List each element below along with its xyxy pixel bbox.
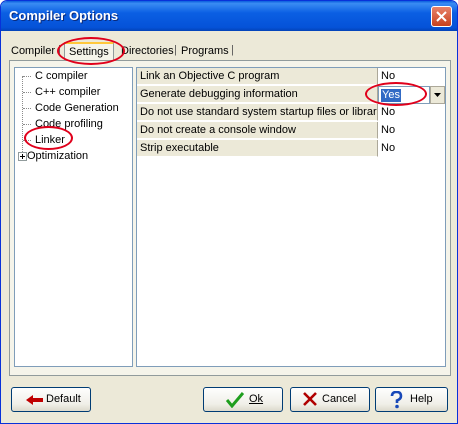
compiler-options-window: Compiler Options Compiler | Settings Dir… [0,0,458,424]
ok-button-label: Ok [249,393,264,405]
setting-name: Do not use standard system startup files… [137,104,378,121]
expand-icon[interactable] [18,152,27,161]
window-title: Compiler Options [9,8,119,23]
tab-separator: | [58,44,61,56]
category-tree[interactable]: C compiler C++ compiler Code Generation … [14,67,133,367]
close-button[interactable] [431,6,452,27]
tree-item-label: Code Generation [35,102,119,114]
cancel-button[interactable]: Cancel [290,387,370,412]
tree-item-code-profiling[interactable]: Code profiling [23,116,103,132]
chevron-down-icon [434,93,441,97]
grid-row[interactable]: Do not create a console window No [137,122,445,140]
setting-name: Generate debugging information [137,86,378,103]
settings-grid: Link an Objective C program No Generate … [136,67,446,367]
default-button-label: Default [46,393,81,405]
tree-item-c-compiler[interactable]: C compiler [23,68,88,84]
tab-directories[interactable]: Directories [121,44,174,59]
title-bar[interactable]: Compiler Options [1,1,457,31]
ok-button[interactable]: Ok [203,387,283,412]
checkmark-icon [226,392,244,408]
default-button[interactable]: Default [11,387,91,412]
help-button[interactable]: Help [375,387,448,412]
tree-item-code-generation[interactable]: Code Generation [23,100,119,116]
tab-settings[interactable]: Settings [64,42,114,60]
tab-strip: Compiler | Settings Directories | Progra… [11,42,451,60]
grid-row[interactable]: Do not use standard system startup files… [137,104,445,122]
tree-item-label: Code profiling [35,118,103,130]
cancel-button-label: Cancel [322,393,357,405]
setting-value[interactable]: No [381,68,395,85]
x-icon [303,392,317,406]
arrow-left-icon [26,395,43,405]
tab-programs[interactable]: Programs [181,44,229,59]
grid-row[interactable]: Link an Objective C program No [137,68,445,86]
tree-item-label: C++ compiler [35,86,101,98]
tree-item-optimization[interactable]: Optimization [27,148,88,164]
tab-separator: | [174,44,177,56]
close-icon [436,11,447,22]
setting-value[interactable]: No [381,140,395,157]
tree-item-label: C compiler [35,70,88,82]
tab-separator: | [231,44,234,56]
tree-item-linker[interactable]: Linker [23,132,65,148]
grid-row[interactable]: Generate debugging information Yes [137,86,445,104]
setting-name: Do not create a console window [137,122,378,139]
help-icon [390,391,403,409]
setting-value[interactable]: No [381,122,395,139]
setting-name: Link an Objective C program [137,68,378,85]
tree-item-label: Linker [35,134,65,146]
setting-value-dropdown[interactable]: Yes [378,86,430,104]
setting-name: Strip executable [137,140,378,157]
tree-item-label: Optimization [27,150,89,162]
setting-value: Yes [381,89,401,102]
tree-item-cpp-compiler[interactable]: C++ compiler [23,84,100,100]
setting-value[interactable]: No [381,104,395,121]
tab-compiler[interactable]: Compiler [11,44,55,59]
help-button-label: Help [410,393,433,405]
dropdown-button[interactable] [430,86,445,104]
grid-row[interactable]: Strip executable No [137,140,445,158]
